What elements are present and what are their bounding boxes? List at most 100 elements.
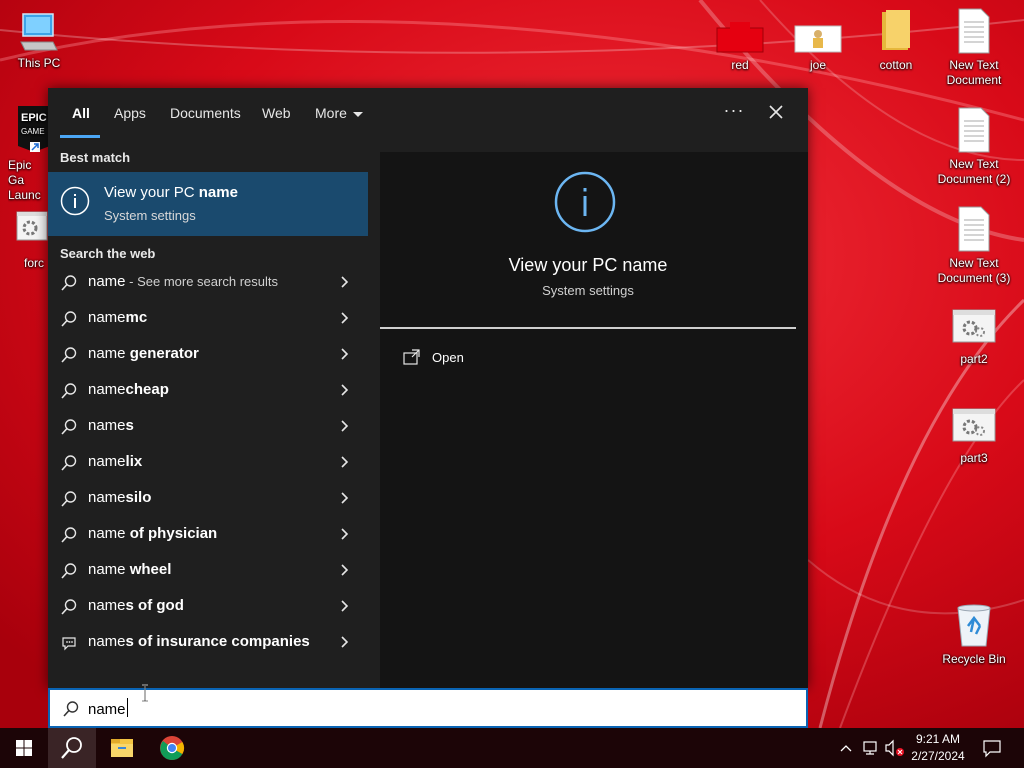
web-result-prefix: name <box>88 453 126 470</box>
web-result-row[interactable]: names of insurance companies <box>48 624 368 660</box>
search-tabs-bar: All Apps Documents Web More ··· <box>48 88 808 138</box>
web-result-row[interactable]: namemc <box>48 300 368 336</box>
desktop-icon-label: joe <box>809 58 826 72</box>
info-icon <box>60 186 90 216</box>
tab-apps[interactable]: Apps <box>114 88 146 138</box>
clock[interactable]: 9:21 AM 2/27/2024 <box>904 731 972 765</box>
search-panel: All Apps Documents Web More ··· Best mat… <box>48 88 808 688</box>
web-result-text: name generator <box>88 336 199 372</box>
web-result-row[interactable]: names <box>48 408 368 444</box>
web-result-completion: generator <box>125 345 199 362</box>
chrome-button[interactable] <box>148 728 196 768</box>
tab-more[interactable]: More <box>315 88 363 138</box>
network-icon[interactable] <box>862 738 880 758</box>
file-explorer-button[interactable] <box>98 728 146 768</box>
chevron-right-icon[interactable] <box>338 455 352 469</box>
web-result-row[interactable]: name - See more search results <box>48 264 368 300</box>
tab-all[interactable]: All <box>72 88 90 138</box>
chevron-right-icon[interactable] <box>338 491 352 505</box>
desktop-icon-joe[interactable]: joe <box>779 20 857 73</box>
desktop-icon-new-text-document-2[interactable]: New Text Document (2) <box>935 107 1013 187</box>
chevron-right-icon[interactable] <box>338 347 352 361</box>
tab-documents[interactable]: Documents <box>170 88 241 138</box>
desktop-icon-label: cotton <box>879 58 913 72</box>
epic-games-icon: EPIC GAME <box>18 106 50 152</box>
desktop-icon-label: part2 <box>960 352 988 366</box>
search-icon <box>61 491 77 507</box>
open-action[interactable]: Open <box>402 346 522 370</box>
image-file-icon <box>716 22 764 53</box>
start-button[interactable] <box>0 728 48 768</box>
desktop-icon-new-text-document[interactable]: New Text Document <box>935 8 1013 88</box>
web-result-row[interactable]: namecheap <box>48 372 368 408</box>
search-icon <box>61 599 77 615</box>
web-result-row[interactable]: namelix <box>48 444 368 480</box>
web-result-text: name of physician <box>88 516 217 552</box>
chevron-right-icon[interactable] <box>338 383 352 397</box>
desktop-icon-new-text-document-3[interactable]: New Text Document (3) <box>935 206 1013 286</box>
desktop-icon-part3[interactable]: part3 <box>935 407 1013 466</box>
desktop-icon-part2[interactable]: part2 <box>935 308 1013 367</box>
chevron-right-icon[interactable] <box>338 311 352 325</box>
settings-file-icon <box>952 309 996 343</box>
web-result-completion: cheap <box>125 381 169 398</box>
volume-muted-icon[interactable] <box>884 738 906 758</box>
web-result-row[interactable]: namesilo <box>48 480 368 516</box>
preview-pane: View your PC name System settings Open <box>380 152 808 688</box>
desktop-icon-red[interactable]: red <box>701 20 779 73</box>
web-result-row[interactable]: name generator <box>48 336 368 372</box>
chrome-icon <box>160 736 185 761</box>
text-file-icon <box>958 107 990 153</box>
web-result-suffix: - See more search results <box>125 274 278 289</box>
web-result-row[interactable]: name of physician <box>48 516 368 552</box>
chevron-right-icon[interactable] <box>338 635 352 649</box>
tab-web[interactable]: Web <box>262 88 291 138</box>
chevron-right-icon[interactable] <box>338 275 352 289</box>
close-button[interactable] <box>762 100 790 126</box>
web-result-row[interactable]: name wheel <box>48 552 368 588</box>
best-match-item[interactable]: View your PC name System settings <box>48 172 368 236</box>
web-result-completion: s of insurance companies <box>125 633 310 650</box>
search-icon <box>61 311 77 327</box>
more-options-button[interactable]: ··· <box>718 100 750 126</box>
chevron-right-icon[interactable] <box>338 599 352 613</box>
desktop-icon-recycle-bin[interactable]: Recycle Bin <box>935 602 1013 667</box>
folder-icon <box>882 10 910 50</box>
desktop-icon-forc[interactable]: forc <box>0 210 48 270</box>
preview-divider <box>380 327 796 329</box>
chevron-right-icon[interactable] <box>338 527 352 541</box>
web-result-prefix: name <box>88 381 126 398</box>
chevron-right-icon[interactable] <box>338 563 352 577</box>
web-result-text: namemc <box>88 300 147 336</box>
clock-time: 9:21 AM <box>915 732 961 746</box>
web-result-text: namelix <box>88 444 142 480</box>
chevron-up-icon[interactable] <box>838 738 854 758</box>
chat-icon <box>62 637 76 651</box>
desktop-icon-label: New Text Document (3) <box>937 256 1011 285</box>
desktop-icon-label: forc <box>24 256 45 270</box>
web-result-completion: mc <box>125 309 148 326</box>
desktop-icon-this-pc[interactable]: This PC <box>0 10 78 71</box>
chevron-right-icon[interactable] <box>338 419 352 433</box>
open-window-icon <box>403 349 420 365</box>
notification-icon[interactable] <box>982 738 1002 758</box>
web-result-text: names <box>88 408 134 444</box>
desktop-icon-cotton[interactable]: cotton <box>857 8 935 73</box>
best-match-title-bold: name <box>198 184 238 201</box>
search-input[interactable] <box>88 696 688 722</box>
taskbar-search-button[interactable] <box>48 728 96 768</box>
best-match-heading: Best match <box>60 150 131 165</box>
best-match-subtitle: System settings <box>104 208 196 223</box>
desktop-icon-label: part3 <box>960 451 988 465</box>
search-box[interactable] <box>48 688 808 728</box>
desktop-icon-epic-games[interactable]: EPIC GAME Epic Ga Launc <box>0 106 50 202</box>
desktop-icon-label: red <box>731 58 749 72</box>
mouse-ibeam-cursor-icon <box>142 684 148 702</box>
web-result-row[interactable]: names of god <box>48 588 368 624</box>
web-result-text: name - See more search results <box>88 264 278 300</box>
web-result-completion: of physician <box>125 525 218 542</box>
file-explorer-icon <box>111 739 133 757</box>
text-file-icon <box>958 206 990 252</box>
best-match-title-prefix: View your PC <box>104 184 199 201</box>
web-result-prefix: name <box>88 273 126 290</box>
